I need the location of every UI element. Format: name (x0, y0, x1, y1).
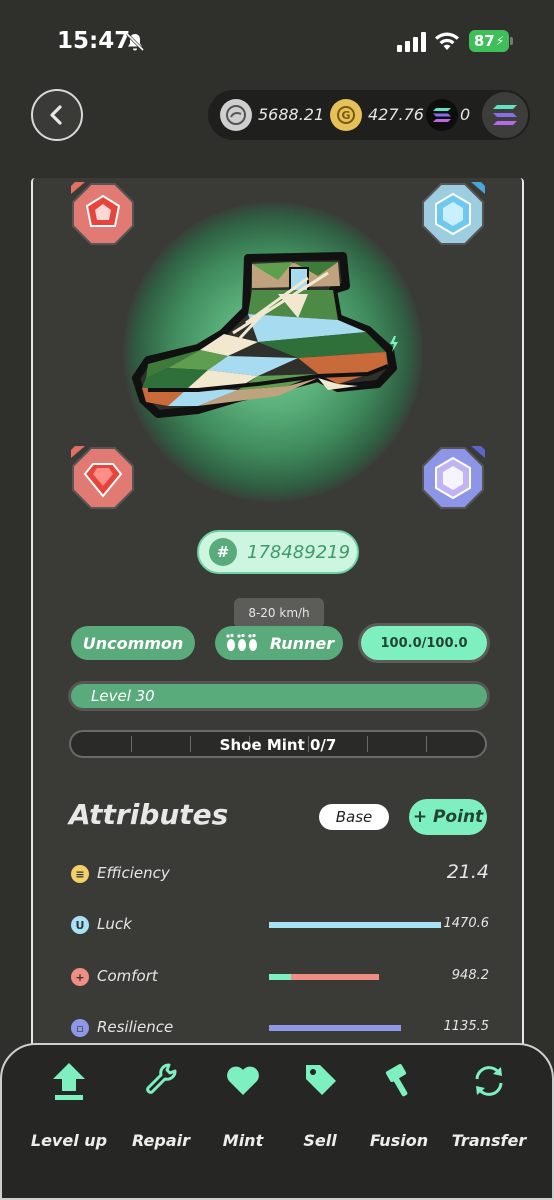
attribute-bar (269, 1025, 401, 1031)
shoe-id: 178489219 (247, 541, 351, 563)
attribute-row-comfort: + Comfort 948.2 (69, 964, 489, 990)
level-label: Level 30 (91, 687, 155, 705)
gem-slot-red-1[interactable] (71, 182, 135, 246)
solana-icon (493, 105, 517, 125)
status-bar: 15:47 87 ⚡ (0, 0, 554, 84)
attribute-bar-bonus (269, 974, 291, 980)
attribute-label: Luck (97, 915, 132, 933)
shoe-detail-card: # 178489219 8-20 km/h Uncommon Runner 10… (31, 178, 524, 1078)
gst-coin-icon (220, 99, 252, 131)
shoe-mint-progress: Shoe Mint 0/7 (69, 730, 487, 758)
tag-icon (306, 1065, 336, 1095)
level-up-icon (53, 1063, 85, 1100)
attribute-row-luck: U Luck 1470.6 (69, 912, 489, 938)
hash-icon: # (209, 538, 237, 566)
status-time: 15:47 (57, 28, 131, 54)
solana-wallet-button[interactable] (482, 92, 528, 138)
shoe-type-label: Runner (269, 633, 335, 653)
back-button[interactable] (31, 89, 83, 141)
level-progress-bar: Level 30 (71, 684, 487, 708)
speed-range-tooltip: 8-20 km/h (234, 598, 324, 628)
gem-slot-blue[interactable] (421, 182, 485, 246)
attribute-value: 21.4 (446, 861, 489, 883)
attribute-label: Resilience (97, 1018, 174, 1036)
footprints-icon (226, 633, 257, 651)
repair-label: Repair (132, 1131, 190, 1150)
sol-balance: 0 (460, 105, 471, 124)
shoe-type-badge[interactable]: Runner (215, 626, 343, 660)
resilience-icon: ▫ (71, 1019, 89, 1037)
transfer-label: Transfer (451, 1131, 527, 1150)
gst-balance: 5688.21 (258, 105, 325, 124)
signal-icon (397, 32, 426, 52)
durability-badge: 100.0/100.0 (361, 626, 487, 660)
level-up-button[interactable]: Level up (24, 1061, 114, 1161)
bell-muted-icon (125, 32, 145, 52)
attributes-heading: Attributes (69, 798, 229, 831)
attribute-bar (269, 922, 441, 928)
attribute-label: Comfort (97, 967, 158, 985)
gem-slot-purple[interactable] (421, 446, 485, 510)
wifi-icon (435, 32, 459, 50)
rarity-badge: Uncommon (71, 626, 195, 660)
battery-tip (510, 37, 513, 45)
fusion-label: Fusion (369, 1131, 429, 1150)
gmt-coin-icon: G (330, 99, 362, 131)
gem-slot-red-2[interactable] (71, 446, 135, 510)
svg-text:G: G (341, 109, 350, 122)
luck-icon: U (71, 916, 89, 934)
sneaker-image (132, 252, 398, 418)
repair-button[interactable]: Repair (116, 1061, 206, 1161)
base-tab[interactable]: Base (319, 804, 389, 830)
heart-icon (227, 1066, 259, 1095)
attribute-value: 1135.5 (443, 1019, 490, 1034)
wrench-icon (146, 1063, 177, 1094)
fusion-button[interactable]: Fusion (354, 1061, 444, 1161)
transfer-button[interactable]: Transfer (444, 1061, 534, 1161)
attribute-bar (291, 974, 379, 980)
efficiency-icon: ≡ (71, 865, 89, 883)
wallet-balance-bar[interactable]: 5688.21 G 427.76 0 (208, 90, 530, 140)
sol-coin-icon (426, 99, 458, 131)
shoe-id-badge: # 178489219 (197, 530, 359, 574)
action-bar: Level up Repair Mint Sell Fusion Transfe… (0, 1043, 554, 1200)
attribute-label: Efficiency (97, 864, 170, 882)
shoe-mint-label: Shoe Mint 0/7 (219, 736, 337, 754)
battery-indicator: 87 ⚡ (469, 30, 509, 52)
chevron-left-icon (50, 105, 62, 125)
attribute-value: 948.2 (451, 968, 489, 983)
level-up-label: Level up (30, 1131, 108, 1150)
battery-level: 87 (473, 32, 495, 50)
add-point-button[interactable]: + Point (409, 799, 487, 835)
gmt-balance: 427.76 (368, 105, 424, 124)
hammer-icon (385, 1064, 408, 1097)
comfort-icon: + (71, 968, 89, 986)
attribute-value: 1470.6 (443, 916, 490, 931)
sell-button[interactable]: Sell (275, 1061, 365, 1161)
sell-label: Sell (303, 1131, 337, 1150)
attribute-row-efficiency: ≡ Efficiency 21.4 (69, 861, 489, 887)
transfer-icon (475, 1066, 503, 1096)
attribute-row-resilience: ▫ Resilience 1135.5 (69, 1015, 489, 1041)
